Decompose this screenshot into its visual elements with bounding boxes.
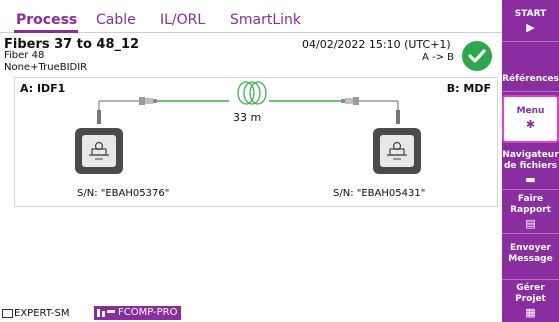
device-b [373,128,421,174]
tab-cable[interactable]: Cable [96,12,136,28]
measurement-header: Fibers 37 to 48_12 Fiber 48 None+TrueBID… [0,34,502,76]
menu-button[interactable]: Menu ✱ [502,95,559,143]
send-message-button[interactable]: Envoyer Message [502,234,559,280]
fiber-spool-icon [237,81,267,105]
play-icon: ▶ [526,21,535,34]
tab-il-orl[interactable]: IL/ORL [160,12,205,28]
main-panel: Process Cable IL/ORL SmartLink Fibers 37… [0,0,502,322]
tab-smartlink[interactable]: SmartLink [230,12,301,28]
fcomp-icon [97,309,115,317]
connector-a-icon [97,97,157,124]
fiber-number: Fiber 48 [4,50,45,61]
measurement-datetime: 04/02/2022 15:10 (UTC+1) [302,38,451,51]
action-sidebar: START ▶ Références Menu ✱ Navigateur de … [502,0,559,322]
expert-sm-label: EXPERT-SM [14,308,70,319]
link-diagram: A: IDF1 B: MDF 33 m S/N: "EBAH05376" S/N… [14,77,498,207]
tab-bar: Process Cable IL/ORL SmartLink [0,0,502,33]
project-icon: ▦ [525,306,536,319]
tab-process[interactable]: Process [16,12,77,28]
test-mode: None+TrueBIDIR [4,62,88,73]
report-button[interactable]: Faire Rapport ▤ [502,190,559,234]
device-a-screen [82,135,116,167]
device-b-screen [380,135,414,167]
check-circle-icon [462,41,492,71]
connector-b-icon [341,97,400,124]
serial-a: S/N: "EBAH05376" [77,188,170,199]
optical-device-icon [89,141,109,160]
gear-icon: ✱ [525,118,536,131]
status-footer: EXPERT-SM FCOMP-PRO [0,300,502,322]
file-browser-button[interactable]: Navigateur de fichiers ▬ [502,146,559,190]
fiber-length: 33 m [233,111,262,124]
fcomp-pro-label: FCOMP-PRO [118,307,178,318]
folder-icon: ▬ [525,173,536,186]
serial-b: S/N: "EBAH05431" [333,188,426,199]
test-direction: A -> B [422,52,455,63]
active-tab-indicator [14,30,78,33]
start-button[interactable]: START ▶ [502,0,559,42]
references-button[interactable]: Références [502,42,559,92]
device-a [75,128,123,174]
fcomp-pro-badge: FCOMP-PRO [94,306,181,320]
manage-project-button[interactable]: Gérer Projet ▦ [502,280,559,322]
report-icon: ▤ [525,217,536,230]
optical-device-icon [387,141,407,160]
expert-sm-icon [2,309,13,318]
